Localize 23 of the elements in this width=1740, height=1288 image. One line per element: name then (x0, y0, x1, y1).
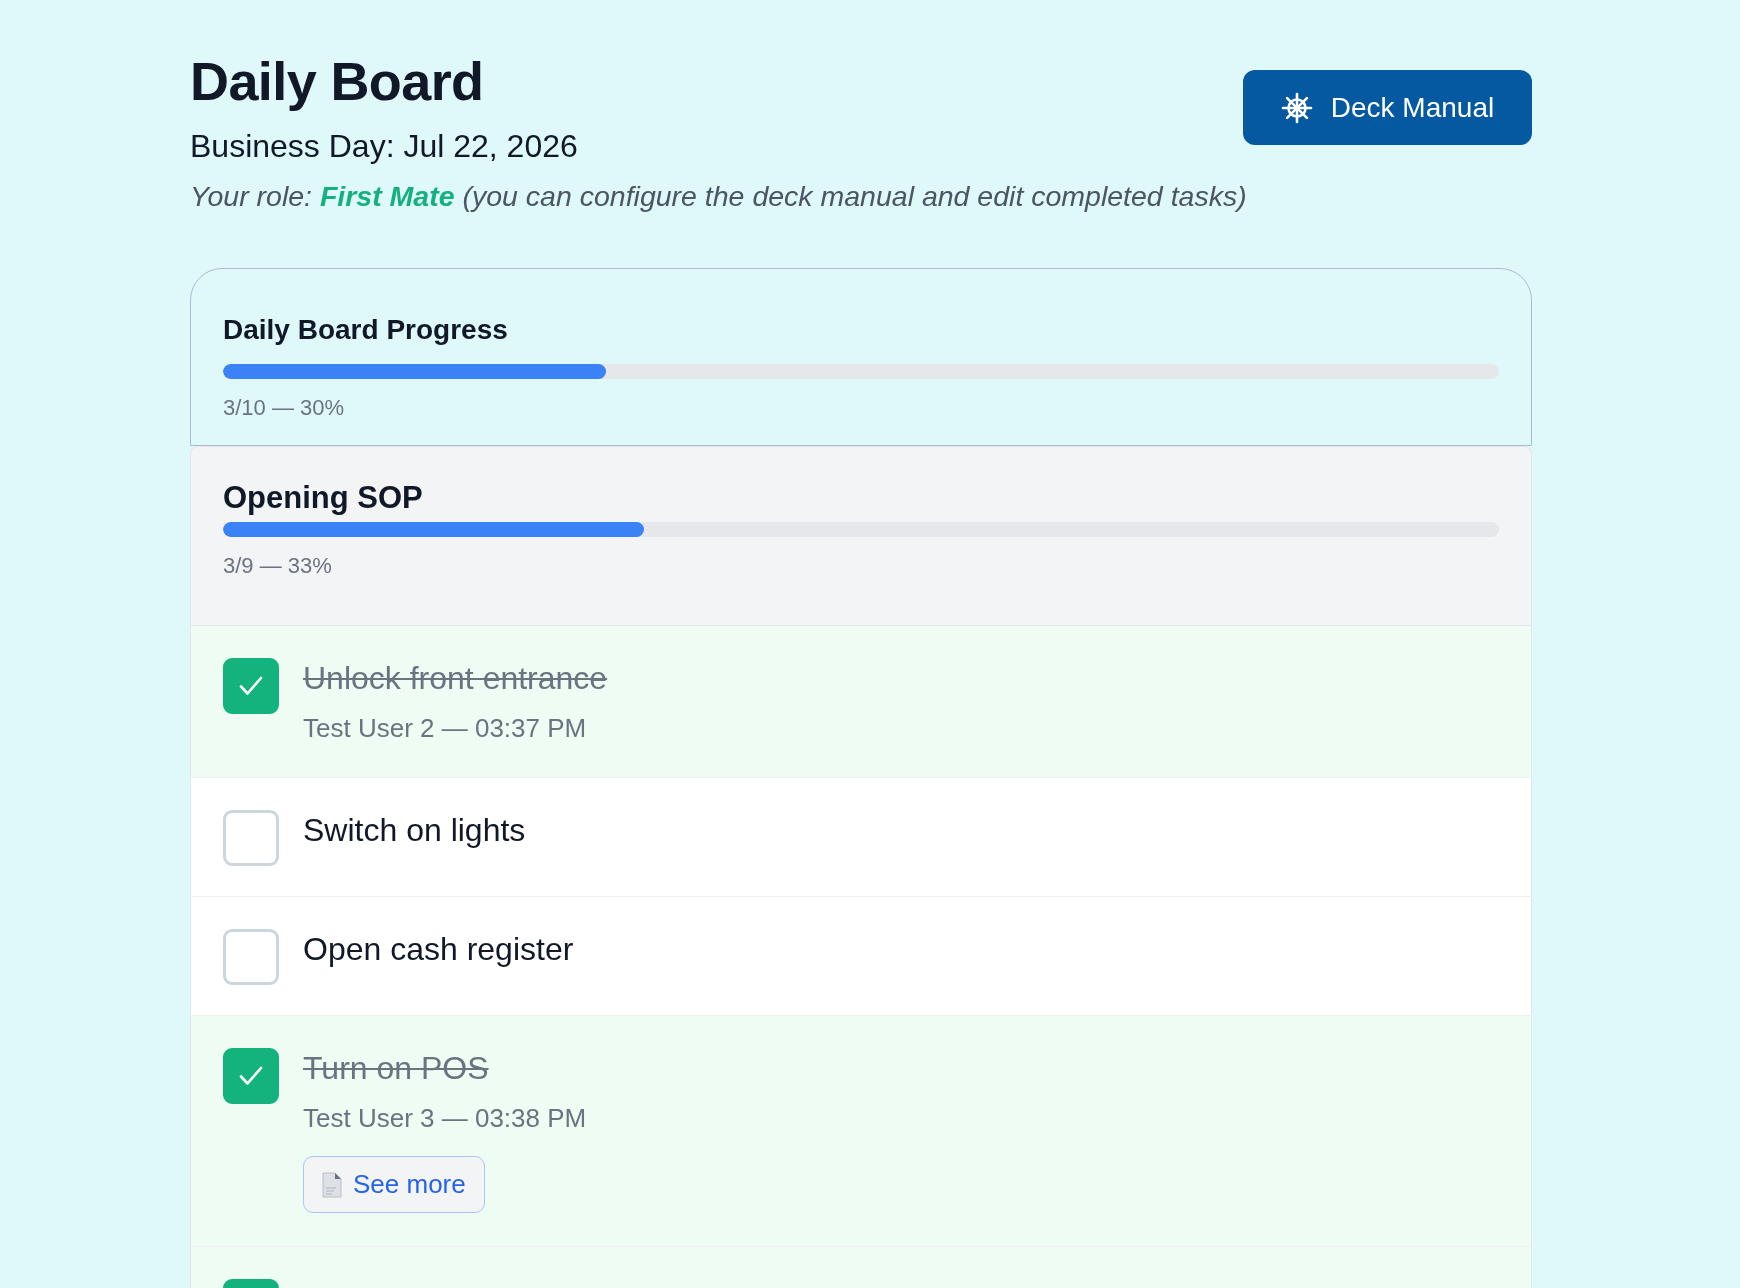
see-more-button[interactable]: See more (303, 1156, 485, 1213)
progress-reading: 3/10 — 30% (223, 394, 346, 422)
business-day: Business Day: Jul 22, 2026 (190, 126, 1243, 166)
task-meta: Test User 3 — 03:38 PM (303, 1102, 587, 1134)
task-label: Turn on POS (303, 1049, 489, 1088)
task-meta: Test User 2 — 03:37 PM (303, 712, 587, 744)
checkbox[interactable] (223, 1048, 279, 1104)
task-label: Switch on lights (303, 811, 526, 850)
ship-wheel-icon (1280, 91, 1313, 124)
deck-manual-button[interactable]: Deck Manual (1243, 70, 1532, 145)
section-title: Opening SOP (223, 479, 424, 517)
progress-reading: 3/9 — 33% (223, 552, 333, 580)
page-title: Daily Board (190, 50, 485, 113)
role-note: Your role: First Mate (you can configure the deck manual and edit completed tasks) (190, 179, 1248, 214)
checkmark-icon (239, 676, 263, 696)
checkmark-icon (239, 1066, 263, 1086)
task-label: Unlock front entrance (303, 659, 608, 698)
checkbox[interactable] (223, 658, 279, 714)
checkbox[interactable] (223, 810, 279, 866)
progress-title: Daily Board Progress (223, 313, 509, 347)
task-label: Open cash register (303, 930, 574, 969)
document-icon (322, 1171, 342, 1198)
checkbox[interactable] (223, 929, 279, 985)
